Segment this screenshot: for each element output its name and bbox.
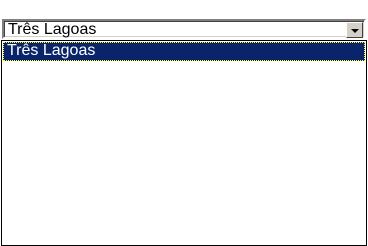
dropdown-list[interactable]: Três Lagoas: [1, 40, 367, 246]
dropdown-button[interactable]: [346, 22, 363, 38]
combobox-value: Três Lagoas: [8, 21, 97, 38]
top-cropped-area: [0, 0, 368, 4]
city-combobox-widget: Três Lagoas Três Lagoas: [0, 0, 368, 246]
city-combobox[interactable]: Três Lagoas: [2, 19, 366, 39]
list-item[interactable]: Três Lagoas: [3, 42, 365, 61]
chevron-down-icon: [351, 29, 359, 33]
